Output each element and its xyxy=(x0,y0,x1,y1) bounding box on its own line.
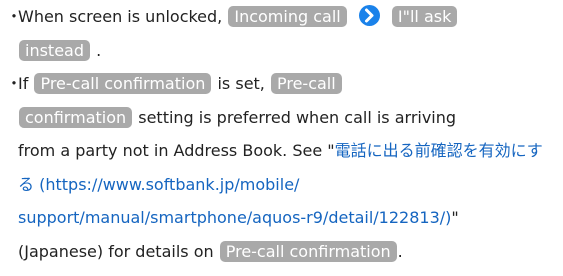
note-text: " xyxy=(451,208,459,227)
bullet: ・ xyxy=(6,7,23,26)
pre-call-confirmation-key: Pre-call xyxy=(270,73,342,94)
ask-instead-key-label: I"ll ask xyxy=(397,7,452,26)
note-text: When screen is unlocked, xyxy=(18,7,223,26)
note-text: (Japanese) for details on xyxy=(18,241,214,261)
link-url-continued: support/manual/smartphone/aquos-r9/detai… xyxy=(18,208,452,227)
pre-call-confirmation-key: Pre-call confirmation xyxy=(219,240,397,262)
pre-call-key-label-continued: confirmation xyxy=(25,107,127,127)
bullet: ・ xyxy=(6,74,23,93)
notes-list: ・ When screen is unlocked, Incoming call… xyxy=(6,0,558,268)
pre-call-key-label: Pre-call xyxy=(276,74,336,93)
pre-call-confirmation-key-continued: confirmation xyxy=(19,106,133,128)
note-text: from a party not in Address Book. See " xyxy=(18,141,335,160)
ask-instead-key-continued: instead xyxy=(19,39,90,61)
note-item-pre-call: ・ If Pre-call confirmation is set, Pre-c… xyxy=(6,67,558,268)
pre-call-confirmation-key: Pre-call confirmation xyxy=(34,73,212,94)
note-text: . xyxy=(96,40,102,60)
incoming-call-key: Incoming call xyxy=(228,6,347,27)
note-text: is set, xyxy=(217,74,265,93)
note-text: setting is preferred when call is arrivi… xyxy=(138,107,457,127)
ask-instead-key-label-continued: instead xyxy=(25,40,84,60)
note-text: . xyxy=(397,241,403,261)
note-item-screen-unlocked: ・ When screen is unlocked, Incoming call… xyxy=(6,0,558,67)
ask-instead-key: I"ll ask xyxy=(391,6,458,27)
arrow-right-circle-icon xyxy=(358,5,380,26)
link-url: (https://www.softbank.jp/mobile/ xyxy=(39,174,300,194)
